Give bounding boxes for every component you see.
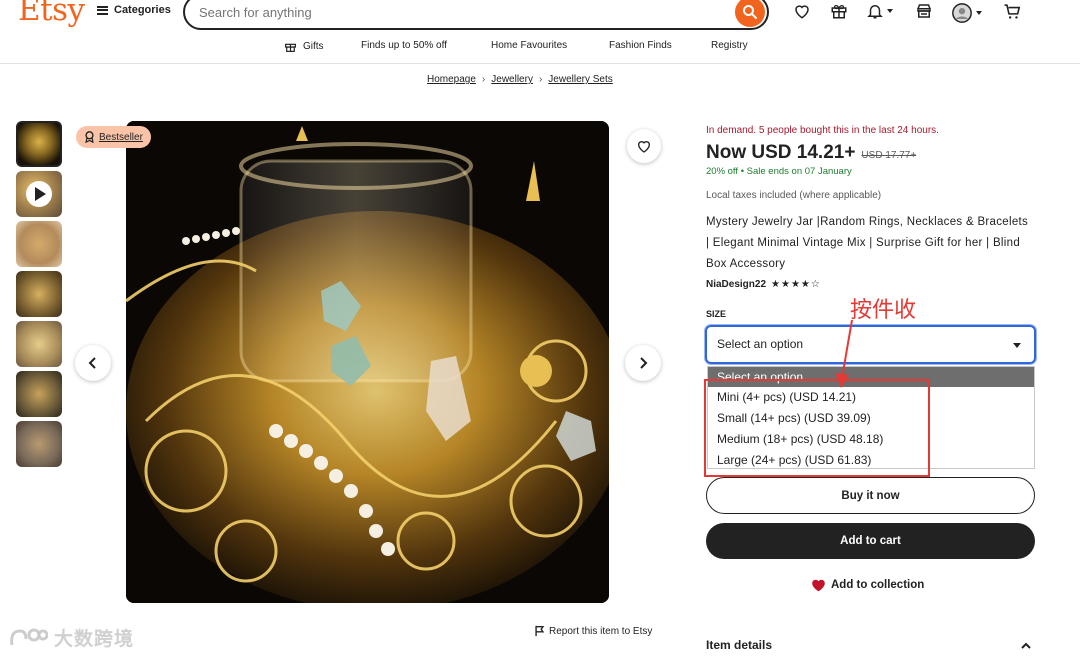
bell-icon (867, 5, 883, 19)
search-input[interactable] (199, 5, 719, 20)
thumbnail-3[interactable] (16, 221, 62, 267)
chevron-left-icon (88, 357, 96, 369)
sale-info: 20% off • Sale ends on 07 January (706, 166, 852, 177)
heart-filled-icon (812, 579, 825, 592)
breadcrumb-jewellery-sets[interactable]: Jewellery Sets (548, 74, 612, 85)
search-bar (183, 0, 769, 30)
add-to-collection-button[interactable]: Add to collection (811, 578, 924, 592)
gift-button[interactable] (830, 2, 848, 20)
original-price: USD 17.77+ (861, 150, 917, 161)
gift-icon (285, 43, 296, 52)
watermark-text: 大数跨境 (54, 629, 135, 650)
favorites-button[interactable] (793, 2, 811, 20)
chevron-down-icon (887, 9, 893, 13)
breadcrumb-jewellery[interactable]: Jewellery (491, 74, 533, 85)
annotation-arrow-icon (835, 319, 853, 388)
breadcrumb: Homepage › Jewellery › Jewellery Sets (427, 74, 613, 85)
cart-icon (1004, 4, 1021, 19)
flag-icon (535, 625, 545, 637)
nav-label: Gifts (303, 41, 324, 52)
item-details-heading[interactable]: Item details (706, 638, 772, 652)
nav-gifts[interactable]: Gifts (284, 40, 324, 53)
notifications-button[interactable] (866, 2, 893, 20)
gift-icon (831, 5, 847, 19)
nav-deals[interactable]: Finds up to 50% off (361, 40, 447, 51)
nav-fashion-finds[interactable]: Fashion Finds (609, 40, 672, 51)
etsy-logo[interactable]: Etsy (18, 0, 85, 28)
size-label: SIZE (706, 309, 727, 319)
favorite-item-button[interactable] (627, 129, 661, 163)
thumbnail-1[interactable] (16, 121, 62, 167)
cart-button[interactable] (1003, 2, 1022, 21)
thumbnail-4[interactable] (16, 271, 62, 317)
thumbnail-6[interactable] (16, 371, 62, 417)
product-title: Mystery Jewelry Jar |Random Rings, Neckl… (706, 216, 1029, 270)
search-button[interactable] (735, 0, 765, 27)
award-icon (85, 131, 94, 143)
size-select-value: Select an option (717, 337, 804, 351)
bestseller-label: Bestseller (99, 131, 143, 143)
thumbnail-5[interactable] (16, 321, 62, 367)
thumbnail-7[interactable] (16, 421, 62, 467)
store-icon (917, 4, 931, 18)
previous-image-button[interactable] (75, 345, 111, 381)
chevron-right-icon: › (481, 74, 486, 85)
watermark: 大数跨境 (8, 624, 134, 651)
chevron-right-icon (640, 357, 648, 369)
sale-ends-label: Sale ends on 07 January (746, 166, 852, 177)
shop-info: NiaDesign22 ★★★★☆ (706, 279, 821, 290)
size-select[interactable]: Select an option (705, 325, 1036, 364)
breadcrumb-homepage[interactable]: Homepage (427, 74, 476, 85)
heart-icon (795, 5, 809, 19)
buy-now-button[interactable]: Buy it now (706, 477, 1035, 514)
categories-menu[interactable]: Categories (97, 4, 171, 16)
bestseller-badge[interactable]: Bestseller (76, 126, 151, 148)
taxes-note: Local taxes included (where applicable) (706, 190, 882, 201)
categories-label: Categories (114, 4, 171, 16)
rating-stars[interactable]: ★★★★☆ (771, 279, 821, 290)
jewelry-jar-photo (126, 121, 609, 603)
nav-home-favourites[interactable]: Home Favourites (491, 40, 567, 51)
heart-icon (637, 141, 651, 153)
report-item-link[interactable]: Report this item to Etsy (534, 625, 652, 637)
price-block: Now USD 14.21+ USD 17.77+ (706, 142, 916, 164)
avatar-icon (952, 3, 972, 23)
play-icon (26, 181, 52, 207)
chevron-up-icon[interactable] (1020, 640, 1032, 652)
nav-registry[interactable]: Registry (711, 40, 748, 51)
chevron-down-icon (1013, 343, 1021, 348)
next-image-button[interactable] (625, 345, 661, 381)
discount-label: 20% off (706, 166, 739, 177)
add-to-collection-label: Add to collection (831, 579, 925, 591)
nav-label: Home Favourites (491, 40, 568, 51)
search-icon (743, 5, 757, 19)
account-menu[interactable] (951, 2, 982, 24)
chevron-right-icon: › (538, 74, 543, 85)
chevron-down-icon (976, 11, 982, 15)
demand-notice: In demand. 5 people bought this in the l… (706, 125, 939, 136)
product-image[interactable] (126, 121, 609, 603)
nav-label: Finds up to 50% off (361, 40, 447, 51)
site-header: Etsy Categories Search for anything Gift… (0, 0, 1080, 64)
report-label: Report this item to Etsy (549, 625, 653, 637)
nav-label: Fashion Finds (609, 40, 672, 51)
current-price: Now USD 14.21+ (706, 142, 856, 163)
shop-manager-button[interactable] (915, 2, 933, 20)
thumbnail-video[interactable] (16, 171, 62, 217)
nav-label: Registry (711, 40, 748, 51)
shop-name-link[interactable]: NiaDesign22 (706, 279, 766, 290)
hamburger-icon (97, 5, 108, 15)
annotation-highlight-box (704, 379, 930, 477)
add-to-cart-button[interactable]: Add to cart (706, 523, 1035, 559)
watermark-logo-icon (10, 628, 48, 645)
